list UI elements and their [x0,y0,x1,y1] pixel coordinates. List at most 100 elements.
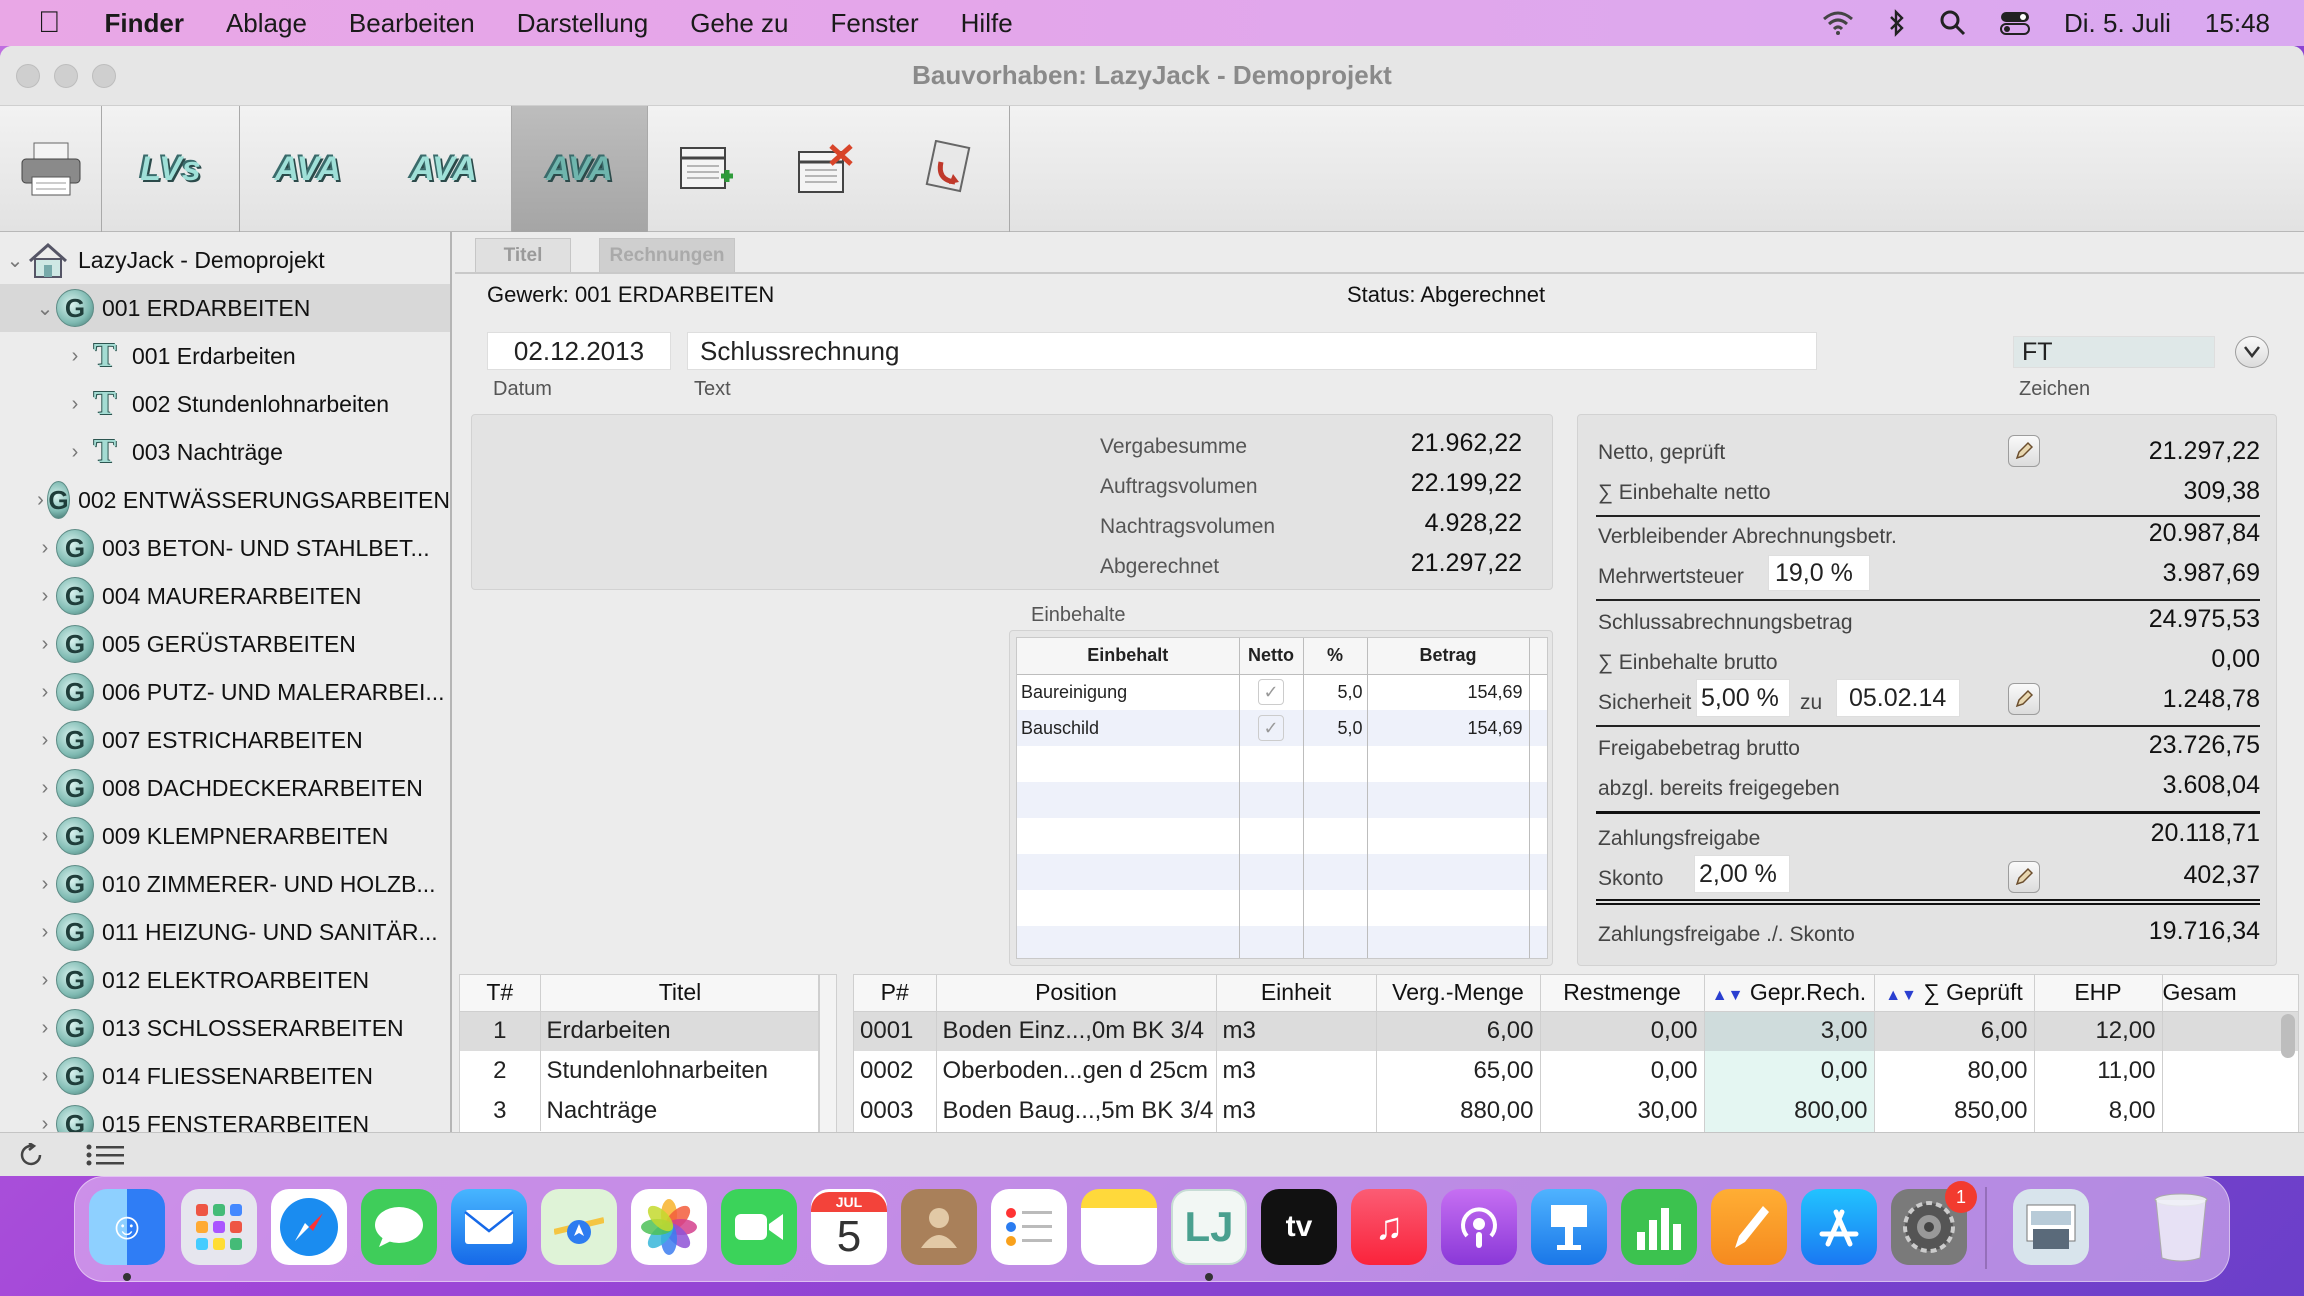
netto-checkbox[interactable]: ✓ [1239,710,1304,746]
ava-button-1[interactable]: AVA [240,106,376,232]
keynote-icon[interactable] [1531,1189,1607,1265]
maps-icon[interactable] [541,1189,617,1265]
tree-subitem[interactable]: › T 002 Stundenlohnarbeiten [0,380,450,428]
wifi-icon[interactable] [1822,11,1854,35]
chevron-right-icon[interactable]: › [34,1113,56,1133]
col-position[interactable]: Position [936,975,1217,1012]
tree-item[interactable]: › G 015 FENSTERARBEITEN [0,1100,450,1132]
music-icon[interactable]: ♫ [1351,1189,1427,1265]
positions-vertical-scroller[interactable] [2281,1014,2295,1058]
einbehalt-row[interactable]: Bauschild ✓ 5,0 154,69 [1017,710,1547,746]
ava-button-3[interactable]: AVA [512,106,648,232]
edit-sicherheit-button[interactable] [2008,683,2040,715]
tree-item[interactable]: › G 009 KLEMPNERARBEITEN [0,812,450,860]
einbehalt-row[interactable] [1017,818,1547,854]
tree-root[interactable]: ⌄ LazyJack - Demoprojekt [0,236,450,284]
chevron-right-icon[interactable]: › [34,729,56,752]
einbehalt-row[interactable]: Baureinigung ✓ 5,0 154,69 [1017,674,1547,710]
menubar-date[interactable]: Di. 5. Juli [2064,8,2171,39]
position-row[interactable]: 0002 Oberboden...gen d 25cm m3 65,00 0,00 0,0… [854,1051,2298,1091]
col-verg-menge[interactable]: Verg.-Menge [1376,975,1541,1012]
col-einbehalt[interactable]: Einbehalt [1017,638,1240,675]
ava-button-2[interactable]: AVA [376,106,512,232]
mail-icon[interactable] [451,1189,527,1265]
zeichen-field[interactable]: FT [2013,336,2215,368]
einbehalt-row[interactable] [1017,926,1547,958]
tree-item[interactable]: › G 006 PUTZ- UND MALERARBEI... [0,668,450,716]
chevron-right-icon[interactable]: › [34,585,56,608]
col-percent[interactable]: % [1303,638,1368,675]
einbehalt-row[interactable] [1017,890,1547,926]
col-ehp[interactable]: EHP [2034,975,2163,1012]
tree-item[interactable]: › G 004 MAURERARBEITEN [0,572,450,620]
menubar-time[interactable]: 15:48 [2205,8,2270,39]
lvs-button[interactable]: LVs [102,106,240,232]
photos-icon[interactable] [631,1189,707,1265]
einbehalt-row[interactable] [1017,746,1547,782]
sicherheit-date-field[interactable]: 05.02.14 [1836,679,1960,717]
search-icon[interactable] [1940,10,1966,36]
trash-icon[interactable] [2143,1189,2219,1265]
menu-ablage[interactable]: Ablage [226,8,307,39]
tab-rechnungen[interactable]: Rechnungen [599,238,735,272]
apple-tv-icon[interactable]: tv [1261,1189,1337,1265]
position-row[interactable]: 0003 Boden Baug...,5m BK 3/4 m3 880,00 30,00… [854,1091,2298,1131]
chevron-right-icon[interactable]: › [34,825,56,848]
title-row[interactable]: 1 Erdarbeiten [460,1011,818,1051]
col-gesamt[interactable]: Gesam [2162,975,2298,1012]
apple-menu-icon[interactable]:  [38,6,61,40]
edit-netto-button[interactable] [2008,435,2040,467]
tree-item[interactable]: › G 013 SCHLOSSERARBEITEN [0,1004,450,1052]
chevron-right-icon[interactable]: › [34,537,56,560]
menu-hilfe[interactable]: Hilfe [961,8,1013,39]
contacts-icon[interactable] [901,1189,977,1265]
tree-item[interactable]: › G 007 ESTRICHARBEITEN [0,716,450,764]
menu-gehe-zu[interactable]: Gehe zu [690,8,788,39]
chevron-right-icon[interactable]: › [34,873,56,896]
einbehalt-row[interactable] [1017,854,1547,890]
tree-item[interactable]: › G 011 HEIZUNG- UND SANITÄR... [0,908,450,956]
chevron-right-icon[interactable]: › [34,921,56,944]
zeichen-dropdown-button[interactable] [2235,336,2269,368]
bluetooth-icon[interactable] [1888,9,1906,37]
edit-skonto-button[interactable] [2008,861,2040,893]
export-button[interactable] [884,106,1010,232]
podcasts-icon[interactable] [1441,1189,1517,1265]
menu-fenster[interactable]: Fenster [831,8,919,39]
col-p-number[interactable]: P# [854,975,937,1012]
list-icon[interactable] [86,1143,126,1167]
calendar-icon[interactable]: JUL 5 [811,1189,887,1265]
chevron-right-icon[interactable]: › [34,681,56,704]
chevron-right-icon[interactable]: › [64,393,86,416]
title-row[interactable]: 3 Nachträge [460,1091,818,1131]
chevron-down-icon[interactable]: ⌄ [34,296,56,321]
col-sum-geprueft[interactable]: ▲▼ ∑ Geprüft [1874,975,2035,1012]
tree-item[interactable]: › G 002 ENTWÄSSERUNGSARBEITEN [0,476,450,524]
tab-titel[interactable]: Titel [475,238,571,272]
tree-item[interactable]: › G 008 DACHDECKERARBEITEN [0,764,450,812]
launchpad-icon[interactable] [181,1189,257,1265]
menu-darstellung[interactable]: Darstellung [517,8,649,39]
tree-subitem[interactable]: › T 003 Nachträge [0,428,450,476]
refresh-icon[interactable] [18,1143,46,1167]
messages-icon[interactable] [361,1189,437,1265]
col-t-number[interactable]: T# [460,975,541,1012]
tree-item[interactable]: › G 003 BETON- UND STAHLBET... [0,524,450,572]
new-invoice-button[interactable] [648,106,766,232]
tree-item[interactable]: › G 010 ZIMMERER- UND HOLZB... [0,860,450,908]
delete-invoice-button[interactable] [766,106,884,232]
col-netto[interactable]: Netto [1239,638,1304,675]
chevron-right-icon[interactable]: › [34,969,56,992]
einbehalt-row[interactable] [1017,782,1547,818]
col-betrag[interactable]: Betrag [1367,638,1530,675]
notes-icon[interactable] [1081,1189,1157,1265]
text-field[interactable]: Schlussrechnung [687,332,1817,370]
control-center-icon[interactable] [2000,10,2030,36]
tree-item[interactable]: › G 014 FLIESSENARBEITEN [0,1052,450,1100]
chevron-right-icon[interactable]: › [34,777,56,800]
finder-icon[interactable]: ☺ [89,1189,165,1265]
col-gepr-rech[interactable]: ▲▼ Gepr.Rech. [1704,975,1875,1012]
position-row[interactable]: 0001 Boden Einz...,0m BK 3/4 m3 6,00 0,00 3,0… [854,1011,2298,1051]
tree-item-001-erdarbeiten[interactable]: ⌄ G 001 ERDARBEITEN [0,284,450,332]
facetime-icon[interactable] [721,1189,797,1265]
